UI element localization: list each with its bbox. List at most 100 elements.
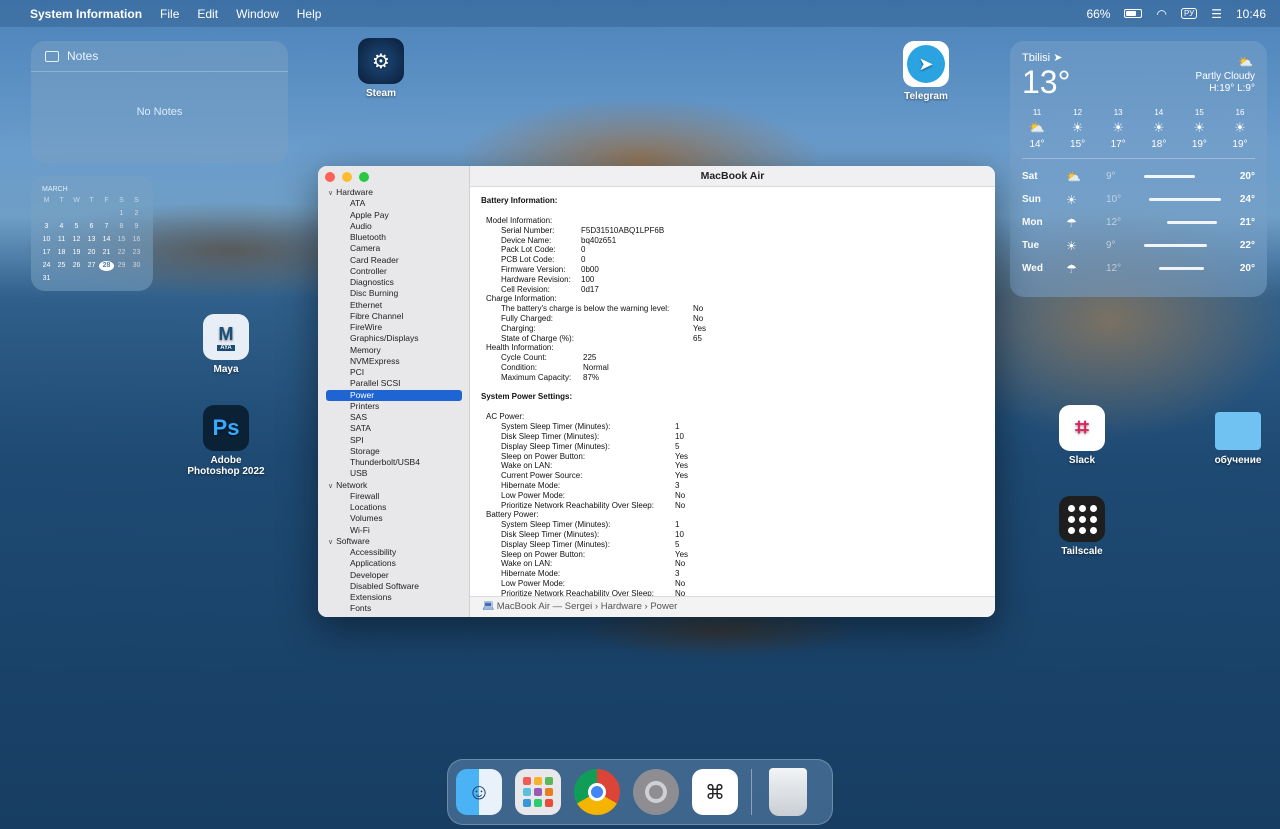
calendar-day[interactable]: 22: [114, 248, 129, 258]
launchpad-icon[interactable]: [515, 769, 561, 815]
calendar-day[interactable]: 24: [39, 261, 54, 271]
detail-pane[interactable]: Battery Information: Model Information: Se…: [470, 187, 995, 596]
sidebar-item[interactable]: Power: [326, 389, 462, 401]
minimize-button[interactable]: [342, 172, 352, 182]
sidebar-item[interactable]: Audio: [318, 221, 470, 232]
system-preferences-icon[interactable]: [633, 769, 679, 815]
sidebar-item[interactable]: ATA: [318, 198, 470, 209]
sidebar-item[interactable]: Ethernet: [318, 300, 470, 311]
finder-icon[interactable]: ☺: [456, 769, 502, 815]
calendar-day[interactable]: 3: [39, 222, 54, 232]
sidebar-item[interactable]: Camera: [318, 243, 470, 254]
notes-widget[interactable]: Notes No Notes: [31, 41, 288, 163]
sidebar-item[interactable]: Parallel SCSI: [318, 378, 470, 389]
calendar-day[interactable]: 23: [129, 248, 144, 258]
sidebar-item[interactable]: Thunderbolt/USB4: [318, 457, 470, 468]
sidebar-item[interactable]: Locations: [318, 502, 470, 513]
chrome-icon[interactable]: [574, 769, 620, 815]
sidebar-item[interactable]: Volumes: [318, 513, 470, 524]
menu-help[interactable]: Help: [297, 7, 322, 21]
sidebar-item[interactable]: PCI: [318, 367, 470, 378]
desktop-icon-photoshop[interactable]: Ps Adobe Photoshop 2022: [181, 405, 271, 477]
sidebar-section-network[interactable]: ∨ Network: [318, 480, 470, 491]
sidebar-item[interactable]: Firewall: [318, 491, 470, 502]
system-information-icon[interactable]: ⌘: [692, 769, 738, 815]
calendar-day[interactable]: 9: [129, 222, 144, 232]
sidebar-item[interactable]: FireWire: [318, 322, 470, 333]
calendar-day[interactable]: 1: [114, 209, 129, 219]
sidebar-item[interactable]: Graphics/Displays: [318, 333, 470, 344]
sidebar-item[interactable]: Fibre Channel: [318, 311, 470, 322]
menu-file[interactable]: File: [160, 7, 179, 21]
zoom-button[interactable]: [359, 172, 369, 182]
sidebar-item[interactable]: Storage: [318, 446, 470, 457]
sidebar-item[interactable]: Apple Pay: [318, 210, 470, 221]
desktop-icon-tailscale[interactable]: Tailscale: [1037, 496, 1127, 557]
sidebar-item[interactable]: Bluetooth: [318, 232, 470, 243]
calendar-day[interactable]: 17: [39, 248, 54, 258]
sidebar-item[interactable]: Accessibility: [318, 547, 470, 558]
battery-icon[interactable]: [1124, 9, 1143, 18]
desktop-icon-slack[interactable]: ⌗ Slack: [1037, 405, 1127, 466]
disclosure-chevron-icon[interactable]: ∨: [328, 190, 333, 197]
control-center-icon[interactable]: ☰: [1211, 7, 1222, 21]
calendar-day[interactable]: 21: [99, 248, 114, 258]
calendar-widget[interactable]: MARCH M T W T F S S 1 2 3 4 5 6 7 8 9 10 11 12 13 14 15 16 17 18…: [31, 176, 153, 291]
calendar-day[interactable]: 30: [129, 261, 144, 271]
calendar-day[interactable]: 31: [39, 274, 54, 284]
sidebar-item[interactable]: USB: [318, 468, 470, 479]
trash-icon[interactable]: [765, 768, 811, 816]
sidebar-item[interactable]: SAS: [318, 412, 470, 423]
calendar-day[interactable]: 29: [114, 261, 129, 271]
desktop-icon-steam[interactable]: ⚙ Steam: [336, 38, 426, 99]
sidebar-item[interactable]: Card Reader: [318, 255, 470, 266]
calendar-day[interactable]: 12: [69, 235, 84, 245]
sidebar-section-hardware[interactable]: ∨ Hardware: [318, 187, 470, 198]
menu-app-name[interactable]: System Information: [30, 7, 142, 21]
calendar-day[interactable]: 25: [54, 261, 69, 271]
sidebar-item[interactable]: Memory: [318, 345, 470, 356]
sidebar-item[interactable]: Fonts: [318, 603, 470, 614]
sidebar-item[interactable]: Developer: [318, 570, 470, 581]
weather-widget[interactable]: Tbilisi ➤ 13° ⛅ Partly Cloudy H:19° L:9°…: [1010, 41, 1267, 297]
calendar-day[interactable]: 5: [69, 222, 84, 232]
sidebar-item[interactable]: SPI: [318, 435, 470, 446]
calendar-day[interactable]: 19: [69, 248, 84, 258]
sidebar-item[interactable]: Disabled Software: [318, 581, 470, 592]
calendar-day[interactable]: 11: [54, 235, 69, 245]
wifi-icon[interactable]: ◠: [1156, 7, 1166, 21]
sidebar-item[interactable]: Disc Burning: [318, 288, 470, 299]
calendar-day[interactable]: 2: [129, 209, 144, 219]
calendar-day[interactable]: 16: [129, 235, 144, 245]
menu-clock[interactable]: 10:46: [1236, 7, 1266, 21]
calendar-day[interactable]: 6: [84, 222, 99, 232]
sidebar-item[interactable]: Diagnostics: [318, 277, 470, 288]
calendar-day[interactable]: 26: [69, 261, 84, 271]
calendar-day[interactable]: 18: [54, 248, 69, 258]
calendar-day[interactable]: 13: [84, 235, 99, 245]
disclosure-chevron-icon[interactable]: ∨: [328, 483, 333, 490]
disclosure-chevron-icon[interactable]: ∨: [328, 539, 333, 546]
sidebar-item[interactable]: Extensions: [318, 592, 470, 603]
sidebar-item[interactable]: SATA: [318, 423, 470, 434]
calendar-day[interactable]: 14: [99, 235, 114, 245]
calendar-day[interactable]: 4: [54, 222, 69, 232]
menu-window[interactable]: Window: [236, 7, 279, 21]
calendar-day[interactable]: 10: [39, 235, 54, 245]
desktop-icon-maya[interactable]: M AYA Maya: [181, 314, 271, 375]
sidebar-item[interactable]: Controller: [318, 266, 470, 277]
desktop-icon-telegram[interactable]: ➤ Telegram: [881, 41, 971, 102]
calendar-day[interactable]: 15: [114, 235, 129, 245]
calendar-day[interactable]: 27: [84, 261, 99, 271]
sidebar-item[interactable]: Wi-Fi: [318, 525, 470, 536]
calendar-day[interactable]: 28: [99, 261, 114, 271]
input-source-icon[interactable]: РУ: [1180, 8, 1198, 19]
battery-percent[interactable]: 66%: [1086, 7, 1110, 21]
calendar-day[interactable]: 8: [114, 222, 129, 232]
desktop-icon-folder[interactable]: обучение: [1193, 405, 1280, 466]
sidebar-item[interactable]: NVMExpress: [318, 356, 470, 367]
sidebar-item[interactable]: Applications: [318, 558, 470, 569]
calendar-day[interactable]: 7: [99, 222, 114, 232]
sidebar-item[interactable]: Printers: [318, 401, 470, 412]
menu-edit[interactable]: Edit: [197, 7, 218, 21]
